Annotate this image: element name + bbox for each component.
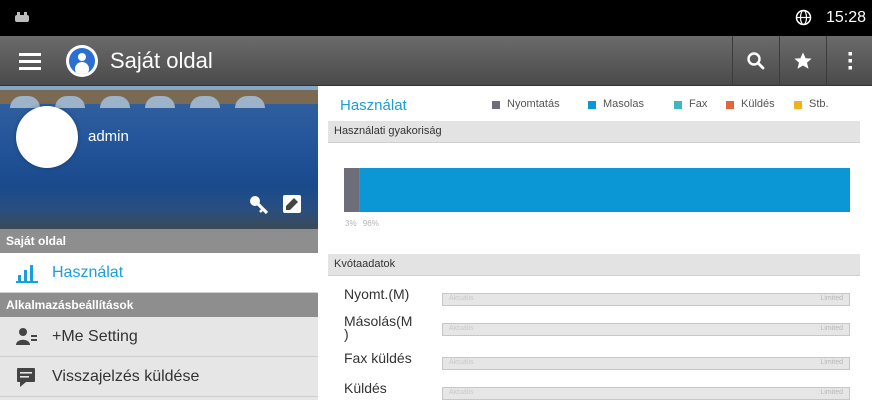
globe-icon xyxy=(795,9,812,26)
drawer-menu-button[interactable] xyxy=(0,36,56,86)
search-button[interactable] xyxy=(732,36,778,86)
drawer-item-me-setting[interactable]: +Me Setting xyxy=(0,317,318,357)
legend-label: Nyomtatás xyxy=(507,98,560,110)
percent-label-print: 3% xyxy=(345,219,357,228)
selection-pointer xyxy=(304,253,318,293)
user-settings-icon xyxy=(16,328,37,345)
key-icon[interactable] xyxy=(248,194,270,216)
status-bar: 15:28 xyxy=(0,0,872,36)
page-title: Saját oldal xyxy=(110,48,213,73)
bar-chart-icon xyxy=(16,265,38,283)
my-page-user-icon xyxy=(66,45,98,77)
overflow-menu-button[interactable] xyxy=(826,36,872,86)
clock: 15:28 xyxy=(825,9,866,26)
legend-label: Küldés xyxy=(741,98,775,110)
legend-label: Stb. xyxy=(809,98,829,110)
legend-swatch xyxy=(588,101,596,109)
legend-swatch xyxy=(674,101,682,109)
drawer-item-label: Használat xyxy=(52,264,124,281)
legend-swatch xyxy=(794,101,802,109)
section-header-app-settings: Alkalmazásbeállítások xyxy=(0,293,318,317)
quota-row-send: Küldés Aktuális Limited xyxy=(328,380,860,400)
quota-label: Fax küldés xyxy=(344,350,412,366)
legend-label: Fax xyxy=(689,98,708,110)
drawer-item-usage[interactable]: Használat xyxy=(0,253,318,293)
feedback-icon xyxy=(17,368,35,387)
overflow-menu-icon xyxy=(848,52,852,70)
edit-image-icon[interactable] xyxy=(282,194,302,214)
profile-header: admin xyxy=(0,86,318,229)
navigation-drawer: admin Saját oldal Használat Alkalmazásbe xyxy=(0,86,318,400)
quota-bar: Aktuális Limited xyxy=(442,293,850,306)
search-icon xyxy=(747,52,765,70)
bar-masolas xyxy=(359,168,850,212)
usage-frequency-header: Használati gyakoriság xyxy=(328,121,860,143)
usage-frequency-chart xyxy=(344,168,850,212)
quota-label: Másolás(M ) xyxy=(344,313,413,342)
quota-label: Küldés xyxy=(344,380,387,396)
action-bar: Saját oldal xyxy=(0,36,872,86)
legend-swatch xyxy=(726,101,734,109)
drawer-item-label: Visszajelzés küldése xyxy=(52,368,200,385)
usage-title: Használat xyxy=(340,97,407,114)
quota-label: Nyomt.(M) xyxy=(344,286,410,302)
legend-label: Masolas xyxy=(603,98,644,110)
drawer-item-feedback[interactable]: Visszajelzés küldése xyxy=(0,357,318,397)
bar-nyomtatás xyxy=(344,168,360,212)
quota-row-print: Nyomt.(M) Aktuális Limited xyxy=(328,286,860,310)
avatar[interactable] xyxy=(16,106,78,168)
drawer-item-label: +Me Setting xyxy=(52,328,138,345)
hamburger-icon xyxy=(19,53,41,56)
quota-bar: Aktuális Limited xyxy=(442,323,850,336)
chart-percent-labels: 3% 96% xyxy=(345,219,383,228)
app-screen: 15:28 Saját oldal admin Saját oldal Hasz… xyxy=(0,0,872,400)
quota-bar: Aktuális Limited xyxy=(442,387,850,400)
percent-label-copy: 96% xyxy=(362,219,379,228)
quota-header: Kvótaadatok xyxy=(328,254,860,276)
section-header-my-page: Saját oldal xyxy=(0,229,318,253)
legend-swatch xyxy=(492,101,500,109)
quota-row-fax: Fax küldés Aktuális Limited xyxy=(328,350,860,374)
notification-icon xyxy=(15,12,29,22)
quota-bar: Aktuális Limited xyxy=(442,357,850,370)
favorite-button[interactable] xyxy=(779,36,825,86)
main-content: Használat Nyomtatás Masolas Fax Küldés Stb. … xyxy=(318,86,872,400)
quota-row-copy: Másolás(M ) Aktuális Limited xyxy=(328,314,860,341)
username: admin xyxy=(88,128,129,145)
star-icon xyxy=(794,52,812,69)
